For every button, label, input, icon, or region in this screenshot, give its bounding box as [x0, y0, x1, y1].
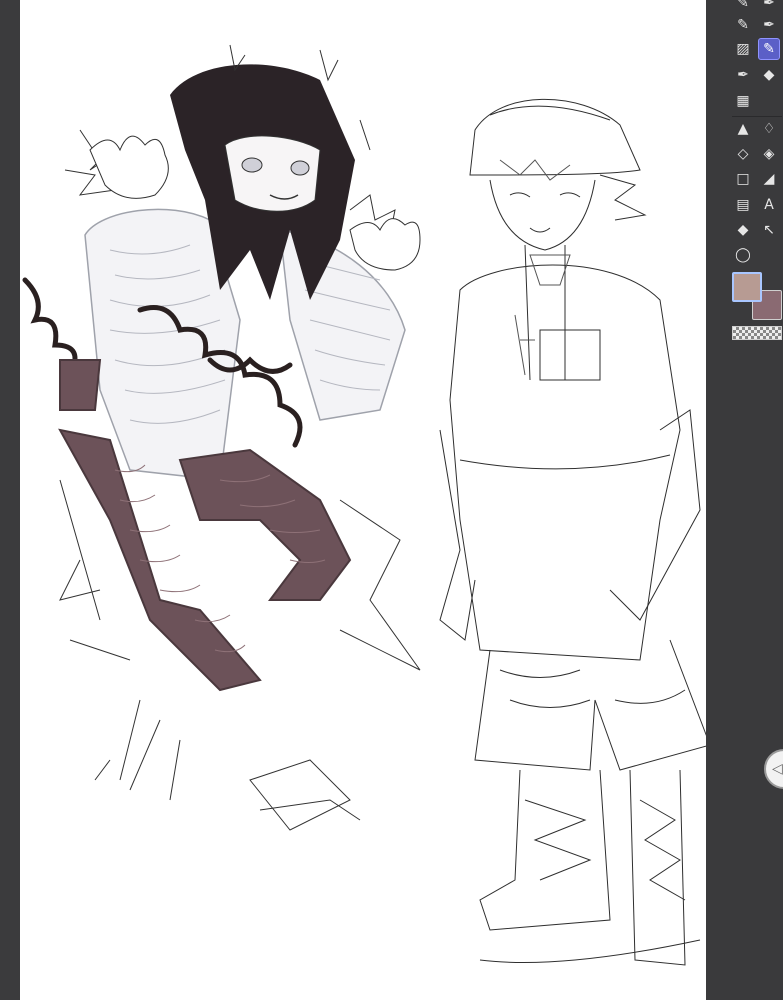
eraser-icon: ◇ [737, 146, 749, 162]
tool-paint-fill[interactable]: ◈ [758, 143, 780, 165]
water-drop-icon: ♢ [762, 121, 776, 137]
tool-rectangle[interactable]: □ [732, 168, 754, 190]
right-tool-panel: ✎ ✒ ✎ ✒ ▨ ✎ ✒ ◆ ▦ ▲ ♢ ◇ ◈ □ ◢ ▤ A ◆ ↖ ◯ … [706, 0, 783, 1000]
tool-select-move[interactable]: ↖ [758, 219, 780, 241]
g-pen-icon: ✎ [763, 41, 775, 57]
chevron-left-icon: ◁ [772, 761, 783, 777]
tool-eraser-2[interactable]: ◆ [732, 219, 754, 241]
paint-fill-icon: ◈ [763, 146, 775, 162]
tool-gradient[interactable]: ▨ [732, 38, 754, 60]
pen-icon: ✒ [763, 17, 775, 33]
pattern-icon: ▦ [736, 93, 750, 109]
tool-lasso[interactable]: ◯ [732, 244, 754, 266]
toolbar: ✎ ✒ ✎ ✒ ▨ ✎ ✒ ◆ ▦ ▲ ♢ ◇ ◈ □ ◢ ▤ A ◆ ↖ ◯ … [706, 0, 783, 1000]
tool-g-pen[interactable]: ✎ [758, 38, 780, 60]
tool-frame[interactable]: ▤ [732, 194, 754, 216]
select-move-icon: ↖ [763, 222, 775, 238]
bucket-icon: ▲ [737, 121, 749, 137]
gradient-icon: ▨ [736, 41, 750, 57]
tool-pencil[interactable]: ✎ [732, 14, 754, 36]
fountain-pen-icon: ✒ [737, 67, 749, 83]
tool-pen[interactable]: ✒ [758, 14, 780, 36]
tool-top-right[interactable]: ✒ [758, 0, 780, 14]
panel-toggle-button[interactable]: ◁ [764, 749, 783, 789]
tool-marker[interactable]: ◆ [758, 64, 780, 86]
text-icon: A [764, 197, 774, 213]
toolbar-divider [732, 116, 782, 117]
drawing-canvas[interactable] [20, 0, 706, 1000]
marker-icon: ◆ [763, 67, 775, 83]
ruler-icon: ◢ [763, 171, 775, 187]
tool-eraser[interactable]: ◇ [732, 143, 754, 165]
lasso-icon: ◯ [735, 247, 751, 263]
left-gutter [0, 0, 20, 1000]
tool-fill-bucket[interactable]: ▲ [732, 118, 754, 140]
tool-fountain-pen[interactable]: ✒ [732, 64, 754, 86]
tool-text[interactable]: A [758, 194, 780, 216]
tool-ruler[interactable]: ◢ [758, 168, 780, 190]
sketch-artwork [22, 44, 706, 966]
tool-pattern[interactable]: ▦ [732, 90, 754, 112]
pen-icon: ✒ [763, 0, 775, 11]
tool-water-drop[interactable]: ♢ [758, 118, 780, 140]
pencil-icon: ✎ [737, 17, 749, 33]
eraser-2-icon: ◆ [737, 222, 749, 238]
main-color-swatch[interactable] [732, 272, 762, 302]
rectangle-icon: □ [736, 171, 750, 187]
transparent-color-swatch[interactable] [732, 326, 782, 340]
frame-icon: ▤ [736, 197, 750, 213]
tool-top-left[interactable]: ✎ [732, 0, 754, 14]
pencil-icon: ✎ [737, 0, 749, 11]
